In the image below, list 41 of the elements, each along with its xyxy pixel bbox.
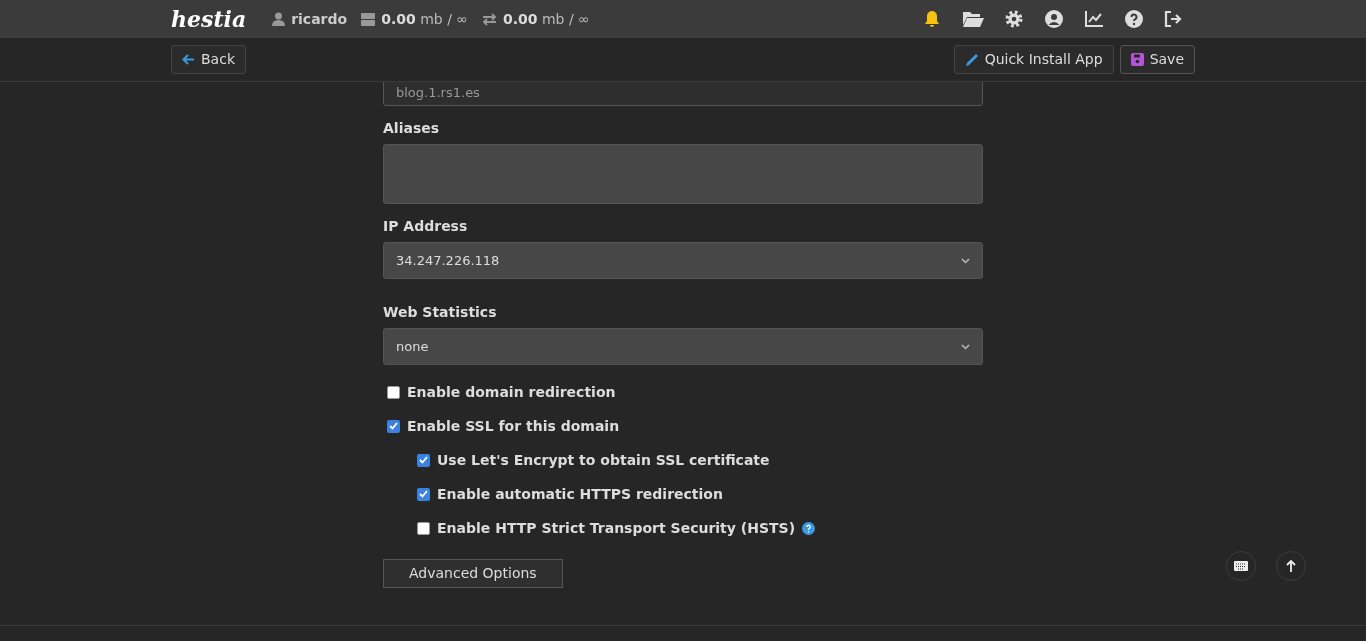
checkbox-label[interactable]: Enable domain redirection [407,381,616,403]
logout-icon[interactable] [1164,10,1184,28]
checkbox-label[interactable]: Enable HTTP Strict Transport Security (HSTS) [437,517,796,539]
field-label: Web Statistics [383,303,498,322]
hard-drive-icon [361,12,376,26]
exchange-icon [481,12,497,26]
field-label: Aliases [383,119,441,138]
save-button[interactable]: Save [1119,45,1195,74]
bandwidth-usage: 0.00 mb / ∞ [502,9,590,29]
ip-address-select[interactable]: 34.247.226.118 [383,242,983,279]
checkbox[interactable] [387,385,400,399]
chevron-down-icon [961,257,970,264]
disk-usage: 0.00 mb / ∞ [381,9,468,29]
user-circle-icon[interactable] [1044,9,1064,29]
line-chart-icon[interactable] [1084,10,1104,28]
pencil-icon [964,52,979,67]
checkbox-label[interactable]: Enable SSL for this domain [407,415,620,437]
web-statistics-select[interactable]: none [383,328,983,365]
quick-install-button[interactable]: Quick Install App [953,45,1114,74]
help-icon[interactable] [1124,9,1144,29]
field-label: IP Address [383,217,469,236]
folder-icon[interactable] [962,10,984,28]
settings-icon[interactable] [1004,9,1024,29]
checkbox-label[interactable]: Enable automatic HTTPS redirection [437,483,723,505]
bell-icon[interactable] [922,9,942,29]
logo[interactable]: hestia [171,2,247,36]
domain-field[interactable]: blog.1.rs1.es [383,82,983,106]
checkbox[interactable] [417,453,430,467]
arrow-up-icon [1286,560,1296,572]
arrow-left-icon [182,54,195,65]
user-icon [272,12,286,26]
username: ricardo [291,9,348,29]
chevron-down-icon [961,343,970,350]
checkbox[interactable] [417,487,430,501]
advanced-options-button[interactable]: Advanced Options [383,559,563,588]
back-button[interactable]: Back [171,45,246,74]
checkbox-label[interactable]: Use Let's Encrypt to obtain SSL certificate [437,449,770,471]
checkbox[interactable] [387,419,400,433]
checkbox[interactable] [417,521,430,535]
help-icon[interactable] [802,521,816,535]
keyboard-icon [1234,561,1248,571]
